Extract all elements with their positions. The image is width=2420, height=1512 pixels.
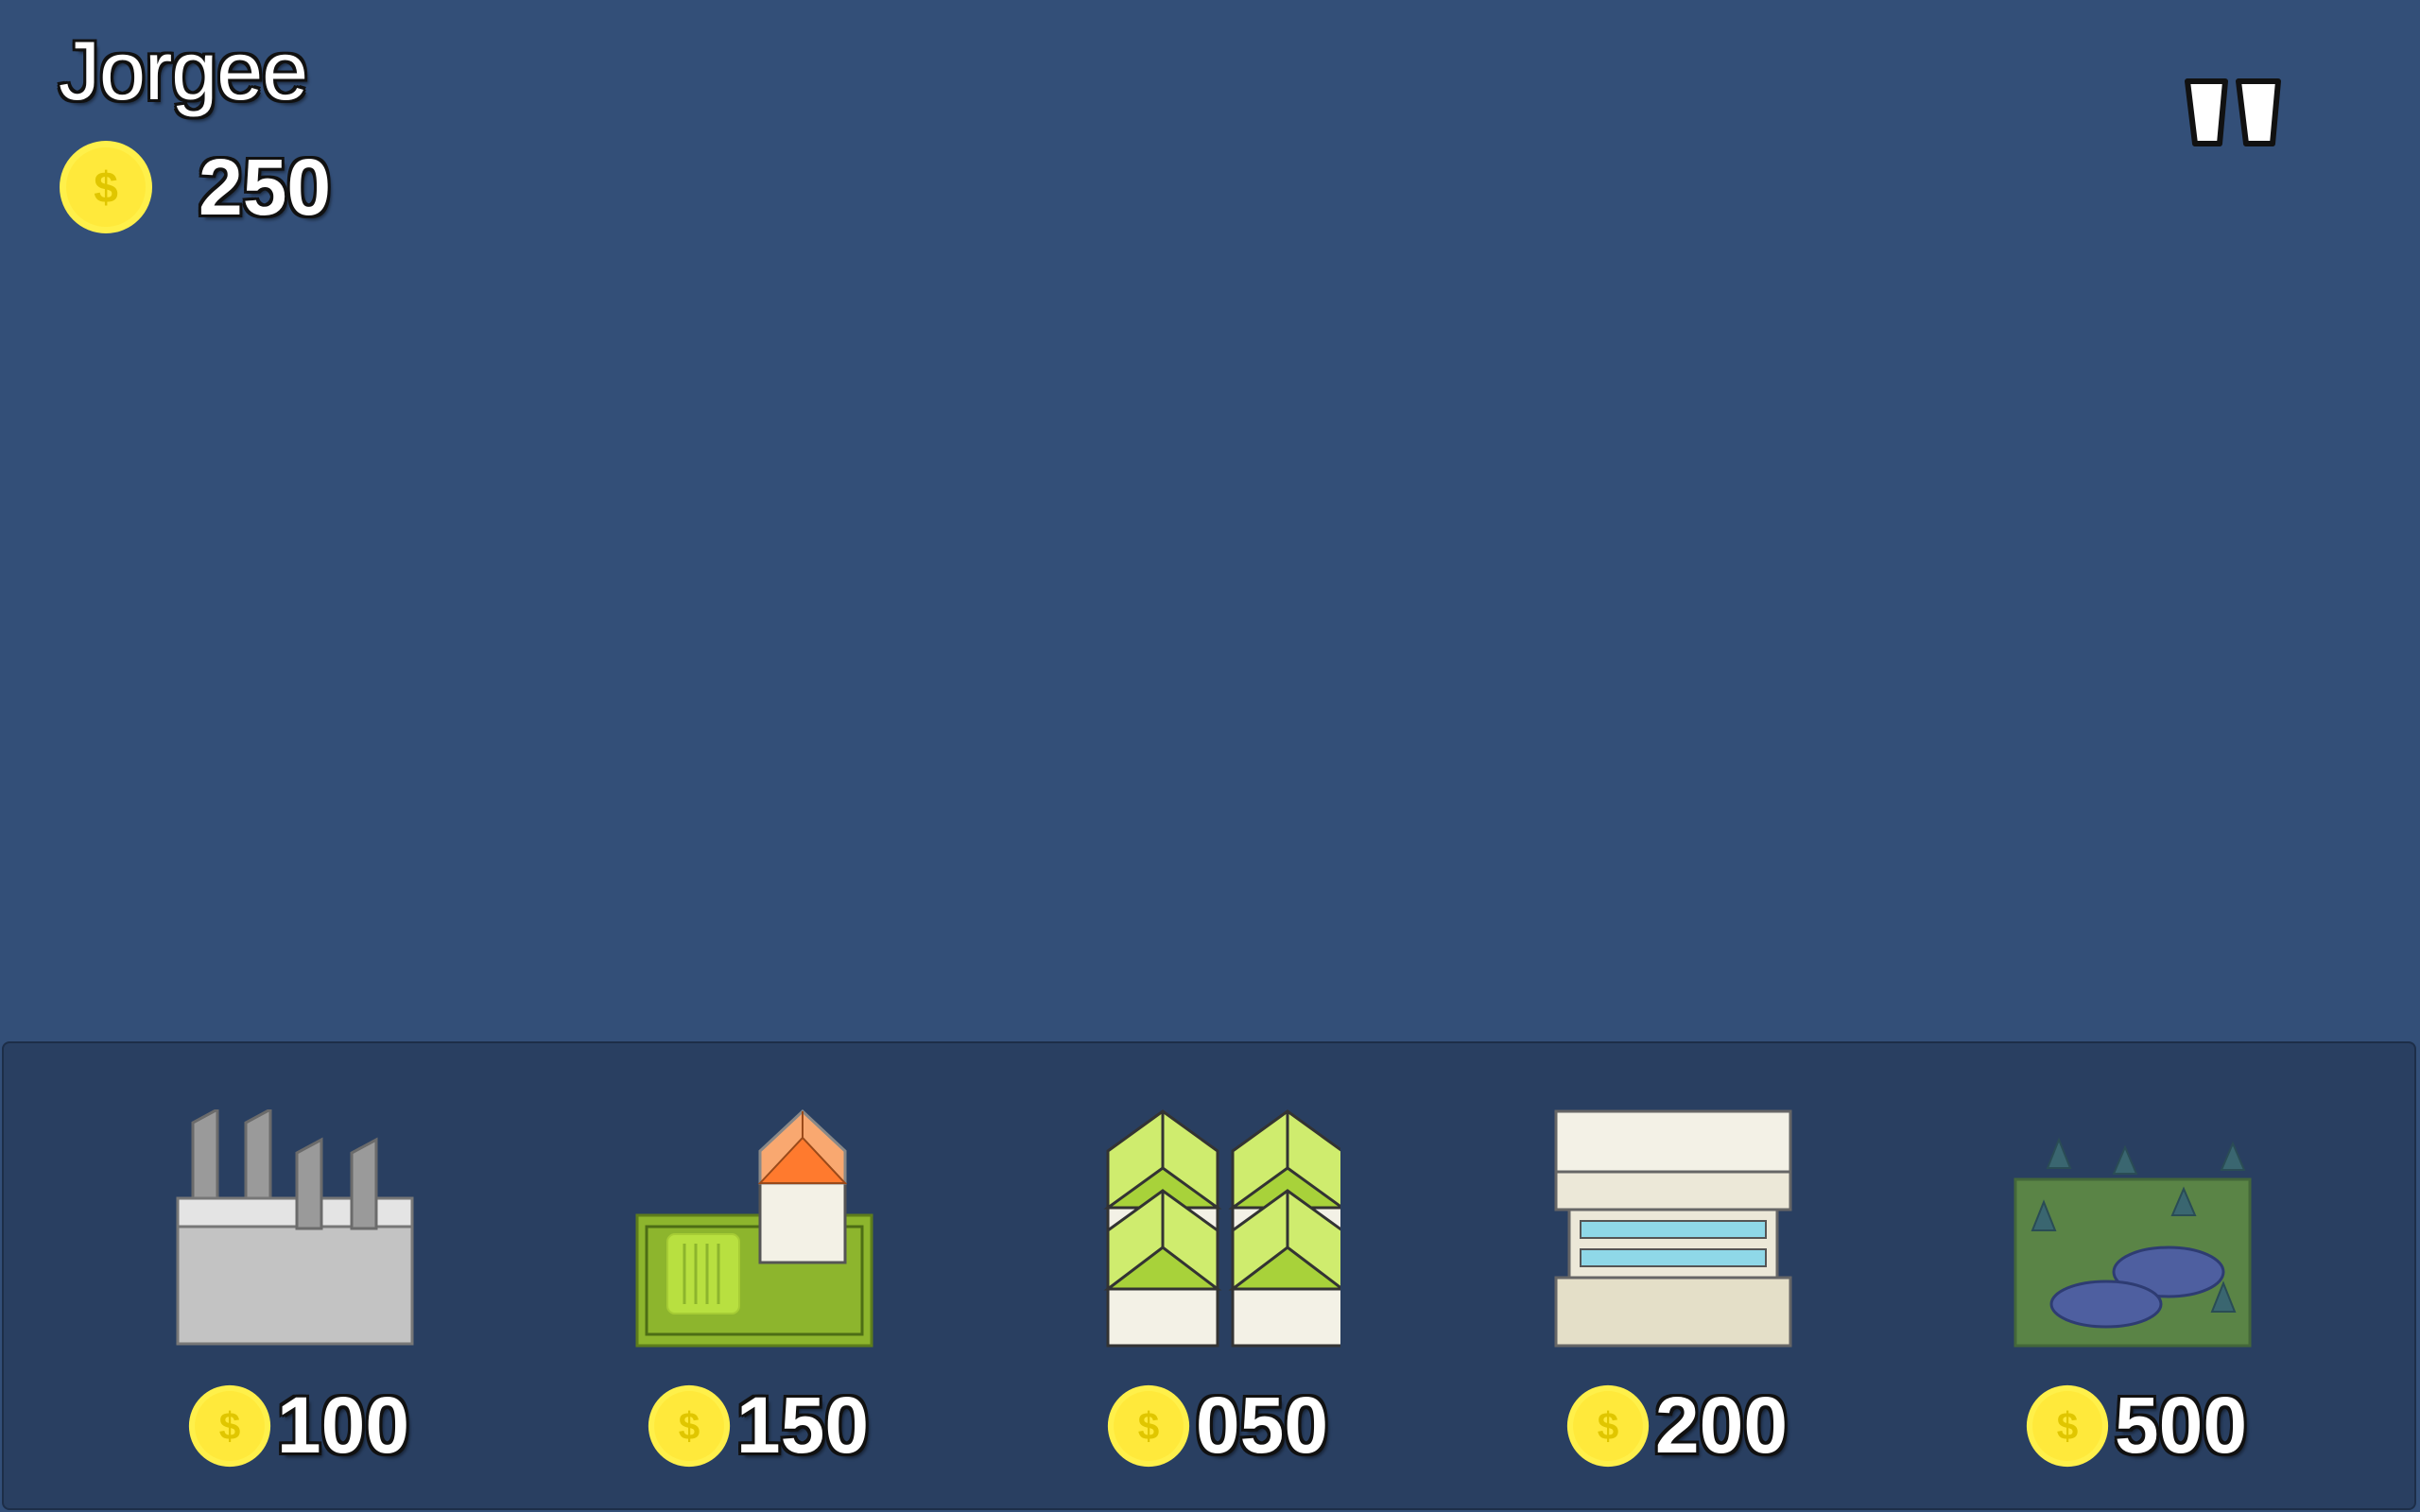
build-item-office-building[interactable]: $ 200 bbox=[1478, 1043, 1876, 1512]
price-tag: $ 150 bbox=[560, 1380, 957, 1471]
coin-icon: $ bbox=[2026, 1384, 2109, 1468]
coin-icon: $ bbox=[1107, 1384, 1190, 1468]
price-tag: $ 100 bbox=[100, 1380, 497, 1471]
price-amount: 050 bbox=[1195, 1381, 1329, 1469]
price-amount: 500 bbox=[2114, 1381, 2248, 1469]
building-icon bbox=[1554, 1109, 1800, 1355]
price-amount: 100 bbox=[276, 1381, 410, 1469]
park-icon bbox=[2014, 1109, 2259, 1355]
svg-text:$: $ bbox=[679, 1404, 700, 1448]
build-item-house[interactable]: $ 150 bbox=[560, 1043, 957, 1512]
build-item-factory[interactable]: $ 100 bbox=[100, 1043, 497, 1512]
coin-balance: $ 250 bbox=[59, 140, 331, 234]
build-item-park[interactable]: $ 500 bbox=[1938, 1043, 2335, 1512]
factory-icon bbox=[176, 1107, 422, 1355]
price-tag: $ 200 bbox=[1478, 1380, 1876, 1471]
svg-text:$: $ bbox=[94, 163, 118, 212]
balance-amount: 250 bbox=[199, 142, 332, 232]
build-item-crop-field[interactable]: $ 050 bbox=[1019, 1043, 1416, 1512]
svg-text:$: $ bbox=[1138, 1404, 1160, 1448]
player-name: Jorgee bbox=[59, 24, 308, 117]
price-amount: 150 bbox=[735, 1381, 870, 1469]
pause-icon bbox=[2184, 78, 2282, 151]
coin-icon: $ bbox=[648, 1384, 731, 1468]
coin-icon: $ bbox=[188, 1384, 271, 1468]
price-tag: $ 500 bbox=[1938, 1380, 2335, 1471]
svg-text:$: $ bbox=[2057, 1404, 2079, 1448]
pause-button[interactable] bbox=[2184, 77, 2282, 147]
build-menu-panel: $ 100 $ 150 $ 050 $ 200 $ 500 bbox=[2, 1041, 2416, 1510]
price-tag: $ 050 bbox=[1019, 1380, 1416, 1471]
coin-icon: $ bbox=[1566, 1384, 1650, 1468]
house-icon bbox=[635, 1108, 881, 1355]
svg-text:$: $ bbox=[1598, 1404, 1619, 1448]
price-amount: 200 bbox=[1654, 1381, 1789, 1469]
svg-text:$: $ bbox=[219, 1404, 241, 1448]
coin-icon: $ bbox=[59, 140, 153, 234]
crop-icon bbox=[1095, 1109, 1347, 1355]
